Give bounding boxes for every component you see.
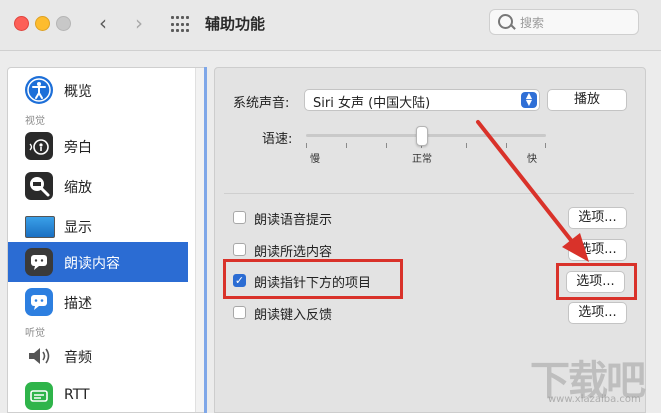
watermark-url: www.xiazaiba.com xyxy=(548,394,641,405)
